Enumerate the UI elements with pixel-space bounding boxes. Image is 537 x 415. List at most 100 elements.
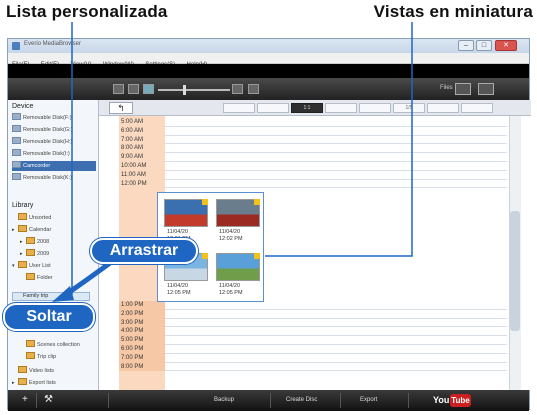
video-thumbnail[interactable]: 11/04/2012:01 PM (164, 199, 208, 243)
sidebar-library-item[interactable]: Video lists (12, 366, 96, 376)
time-slot-label: 11:00 AM (121, 171, 146, 178)
folder-icon (18, 213, 27, 220)
display-mode-icon[interactable] (455, 83, 471, 95)
list-view-icon[interactable] (113, 84, 124, 94)
drive-icon (12, 137, 21, 144)
sidebar-device-item[interactable]: Removable Disk(I:) (12, 149, 96, 159)
window-title: Everio MediaBrowser (24, 41, 82, 47)
nav-segment-7[interactable] (427, 103, 459, 113)
time-slot-label: 6:00 PM (119, 345, 165, 354)
sidebar-library-item[interactable]: ▸ 2008 (20, 237, 96, 247)
zoom-in-icon[interactable] (232, 84, 243, 94)
minimize-button[interactable]: – (458, 40, 474, 51)
image-zoom-icon[interactable] (248, 84, 259, 94)
video-thumbnail[interactable]: 11/04/20 12:05 PM (216, 253, 260, 297)
time-gridline (165, 178, 507, 180)
sidebar-library-item[interactable]: ▸ Export lists (12, 378, 96, 388)
sidebar-library-label: Folder (37, 275, 53, 281)
video-tag-icon (202, 199, 208, 205)
tools-icon[interactable]: ⚒ (44, 394, 53, 405)
sidebar-library-label: Unsorted (29, 215, 52, 221)
files-filter-label: Files (440, 85, 453, 91)
nav-bar: ↰ 1:1 1/5 (99, 100, 531, 116)
time-gridline (165, 335, 507, 337)
nav-segment-8[interactable] (461, 103, 493, 113)
divider (270, 393, 271, 408)
time-gridline (165, 152, 507, 154)
sidebar-library-item[interactable]: ▸ 2009 (20, 249, 96, 259)
time-gridline (165, 134, 507, 136)
calendar-view-icon[interactable] (143, 84, 154, 94)
time-gridline (165, 361, 507, 363)
folder-icon (26, 273, 35, 280)
back-button[interactable]: ↰ (109, 102, 133, 114)
sidebar-device-item[interactable]: Removable Disk(H:) (12, 137, 96, 147)
time-slot-label: 7:00 PM (119, 353, 165, 363)
export-button[interactable]: Export (360, 397, 377, 403)
divider (408, 393, 409, 408)
sidebar-device-item[interactable]: Camcorder (12, 161, 96, 171)
scrollbar-thumb[interactable] (510, 211, 520, 331)
nav-segment-5[interactable] (359, 103, 391, 113)
time-gridline (165, 352, 507, 354)
time-slot-label: 10:00 AM (121, 163, 147, 169)
callout-thumbnail-view: Vistas en miniatura (373, 2, 533, 21)
edit-tool-icon[interactable] (478, 83, 494, 95)
sidebar-device-label: Removable Disk(F:) (23, 115, 72, 121)
time-slot-label: 1:00 PM (119, 301, 165, 310)
drag-label: Arrastrar (90, 238, 198, 264)
thumbnail-date: 11/04/20 (219, 229, 241, 235)
thumbnail-date: 11/04/20 (219, 283, 241, 289)
thumbnail-caption: 11/04/20 12:05 PM (167, 283, 191, 296)
video-tag-icon (254, 199, 260, 205)
time-gridline (165, 161, 507, 162)
custom-list-item-family-trip[interactable]: Family trip (12, 292, 90, 301)
nav-segment-4[interactable] (325, 103, 357, 113)
close-button[interactable]: ✕ (495, 40, 517, 51)
library-heading: Library (12, 202, 34, 209)
divider (36, 393, 37, 408)
device-heading: Device (12, 103, 34, 110)
backup-button[interactable]: Backup (214, 397, 234, 403)
sidebar-library-label: Trip clip (37, 354, 57, 360)
sidebar: Device Removable Disk(F:) Removable Disk… (8, 100, 99, 390)
thumbnail-time: 12:05 PM (167, 289, 191, 296)
sidebar-library-item[interactable]: Folder (20, 273, 96, 283)
time-gridline (165, 308, 507, 310)
sidebar-library-item[interactable]: Unsorted (12, 213, 96, 223)
time-slot-label: 9:00 AM (121, 154, 144, 161)
youtube-upload-button[interactable]: You Tube (433, 394, 471, 407)
sidebar-library-label: Export lists (29, 380, 56, 386)
sidebar-device-item[interactable]: Removable Disk(K:) (12, 173, 96, 183)
sidebar-library-item[interactable]: Scenes collection (20, 340, 96, 350)
nav-segment-1[interactable] (223, 103, 255, 113)
add-icon[interactable]: + (22, 394, 28, 405)
maximize-button[interactable]: □ (476, 40, 492, 51)
app-logo-icon (12, 42, 20, 50)
drive-icon (12, 149, 21, 156)
thumbnail-time: 12:05 PM (219, 289, 243, 296)
video-thumbnail[interactable]: 11/04/20 12:02 PM (216, 199, 260, 243)
time-slot-label: 12:00 PM (121, 180, 147, 187)
sidebar-device-item[interactable]: Removable Disk(G:) (12, 125, 96, 135)
nav-segment-2[interactable] (257, 103, 289, 113)
sidebar-library-item[interactable]: ▸ Calendar (12, 225, 96, 235)
toolbar: Files (8, 78, 529, 100)
detail-view-icon[interactable] (128, 84, 139, 94)
sidebar-library-label: User List (29, 263, 51, 269)
sidebar-device-item[interactable]: Removable Disk(F:) (12, 113, 96, 123)
folder-icon (26, 340, 35, 347)
zoom-slider-handle[interactable] (183, 85, 186, 95)
nav-segment-6[interactable]: 1/5 (393, 103, 425, 113)
time-slot-label: 6:00 AM (121, 127, 144, 134)
zoom-slider-track[interactable] (158, 89, 230, 91)
sidebar-library-item[interactable]: ▾ User List (12, 261, 96, 271)
create-disc-button[interactable]: Create Disc (286, 397, 317, 403)
nav-segment-3[interactable]: 1:1 (291, 103, 323, 113)
time-slot-label: 3:00 PM (119, 318, 165, 328)
youtube-logo-you: You (433, 395, 450, 405)
sidebar-device-label: Removable Disk(K:) (23, 175, 72, 181)
time-slot-label: 8:00 PM (119, 362, 165, 372)
sidebar-library-item[interactable]: Trip clip (20, 352, 96, 362)
export-list-icon (18, 378, 27, 385)
